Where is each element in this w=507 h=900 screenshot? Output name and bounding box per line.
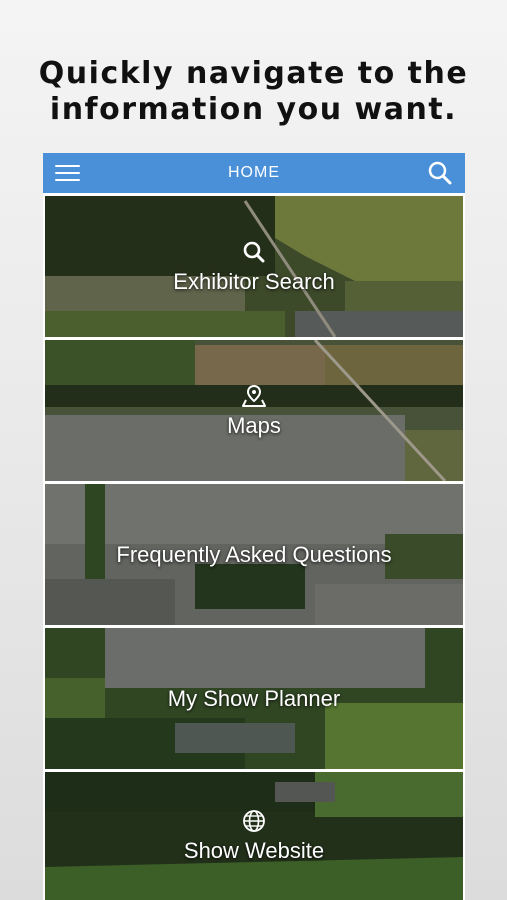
tile-label: Exhibitor Search (173, 268, 335, 294)
headline: Quickly navigate to the information you … (0, 56, 507, 128)
phone-screen: HOME Exhibitor Search Maps Frequently As… (43, 153, 465, 900)
tile-label: Frequently Asked Questions (116, 541, 392, 567)
headline-line-1: Quickly navigate to the (38, 56, 469, 91)
search-icon[interactable] (427, 160, 453, 186)
map-pin-icon (241, 384, 266, 407)
tile-show-planner[interactable]: My Show Planner (45, 628, 463, 769)
tile-faq[interactable]: Frequently Asked Questions (45, 484, 463, 625)
search-icon (243, 241, 265, 262)
tile-label: Show Website (183, 838, 325, 863)
nav-title: HOME (228, 164, 280, 181)
tile-show-website[interactable]: Show Website (45, 772, 463, 900)
tile-label: My Show Planner (167, 685, 341, 711)
menu-tiles: Exhibitor Search Maps Frequently Asked Q… (45, 196, 463, 900)
tile-label: Maps (227, 412, 281, 438)
tile-exhibitor-search[interactable]: Exhibitor Search (45, 196, 463, 337)
tile-maps[interactable]: Maps (45, 340, 463, 481)
headline-line-2: information you want. (49, 92, 458, 127)
globe-icon (243, 810, 265, 832)
menu-icon[interactable] (55, 162, 81, 184)
navbar: HOME (43, 153, 465, 193)
